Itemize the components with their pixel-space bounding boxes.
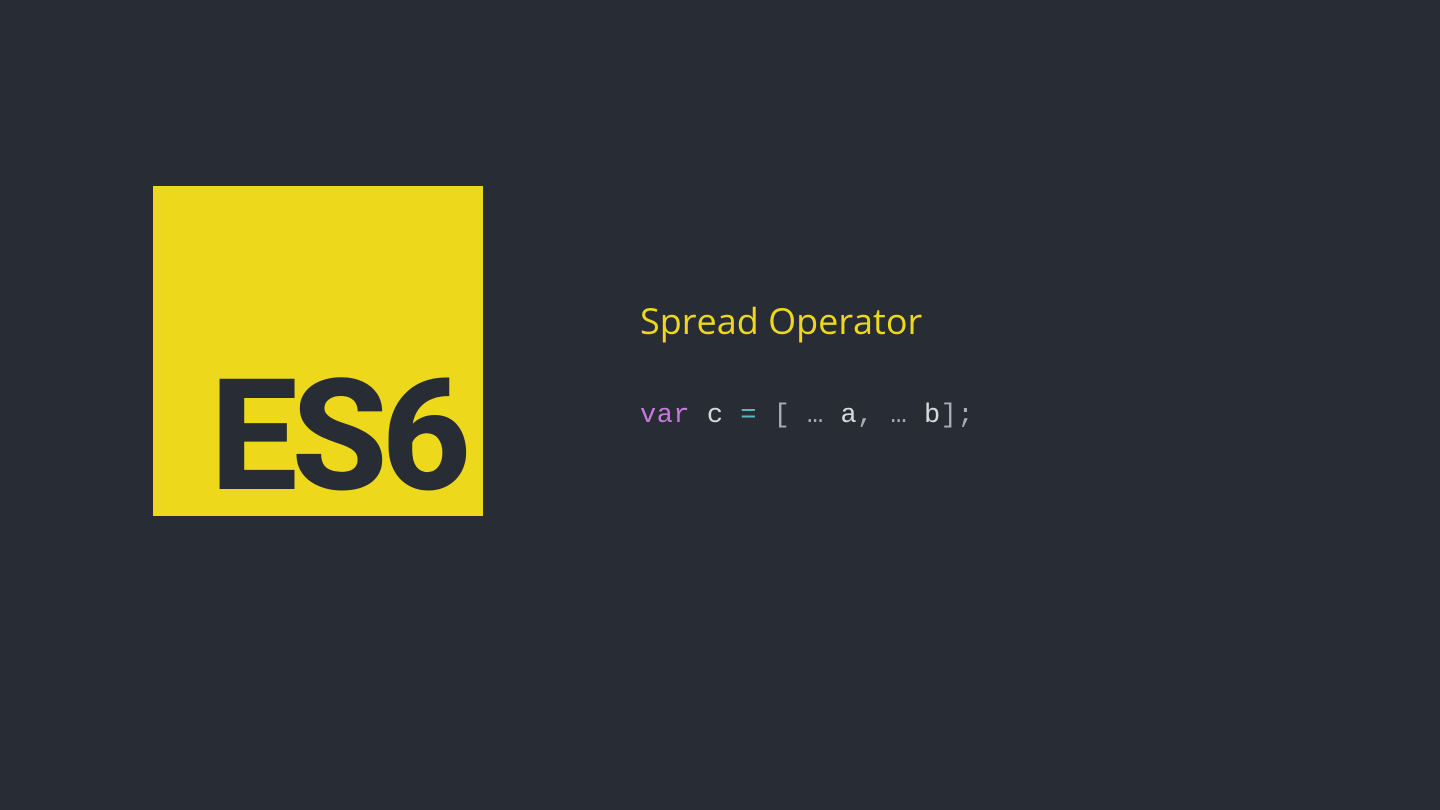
code-keyword: var	[640, 401, 690, 431]
es6-logo: ES6	[153, 186, 483, 516]
code-variable-a: a	[840, 401, 857, 431]
code-semicolon: ;	[957, 401, 974, 431]
code-variable-b: b	[924, 401, 941, 431]
code-sample: var c = [ … a, … b];	[640, 401, 974, 431]
es6-logo-text: ES6	[210, 359, 465, 514]
code-variable-c: c	[707, 401, 724, 431]
code-comma: ,	[857, 401, 874, 431]
code-spread-1: …	[807, 401, 824, 431]
content-block: Spread Operator var c = [ … a, … b];	[640, 296, 974, 431]
code-open-bracket: [	[774, 401, 791, 431]
slide-title: Spread Operator	[640, 296, 974, 345]
code-close-bracket: ]	[941, 401, 958, 431]
code-equals: =	[740, 401, 757, 431]
code-spread-2: …	[891, 401, 908, 431]
